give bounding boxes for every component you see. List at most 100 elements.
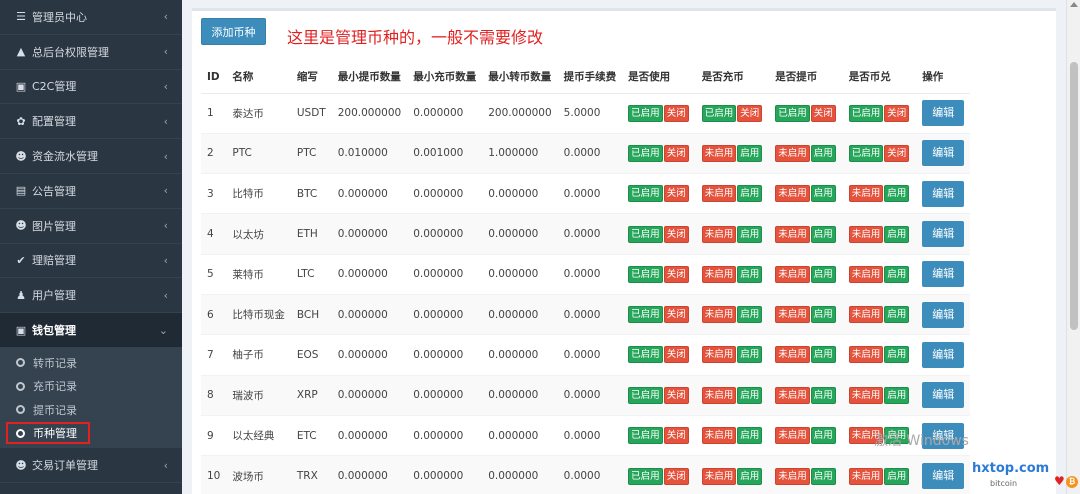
status-enabled-badge[interactable]: 已启用	[628, 144, 663, 162]
status-disabled-badge[interactable]: 未启用	[775, 386, 810, 404]
enable-button[interactable]: 启用	[884, 225, 910, 243]
close-button[interactable]: 关闭	[663, 346, 689, 364]
close-button[interactable]: 关闭	[884, 144, 910, 162]
status-enabled-badge[interactable]: 已启用	[628, 427, 663, 445]
status-disabled-badge[interactable]: 未启用	[701, 185, 737, 203]
page-scrollbar[interactable]	[1066, 0, 1080, 494]
status-enabled-badge[interactable]: 已启用	[628, 346, 663, 364]
status-disabled-badge[interactable]: 未启用	[848, 306, 884, 324]
edit-button[interactable]: 编辑	[922, 140, 965, 167]
enable-button[interactable]: 启用	[810, 225, 836, 243]
enable-button[interactable]: 启用	[884, 346, 910, 364]
status-enabled-badge[interactable]: 已启用	[628, 265, 663, 283]
close-button[interactable]: 关闭	[884, 104, 910, 122]
status-enabled-badge[interactable]: 已启用	[628, 467, 663, 485]
status-enabled-badge[interactable]: 已启用	[848, 104, 884, 122]
status-disabled-badge[interactable]: 未启用	[701, 144, 737, 162]
status-disabled-badge[interactable]: 未启用	[775, 265, 810, 283]
close-button[interactable]: 关闭	[663, 427, 689, 445]
wallet-subitem-2[interactable]: 提币记录	[0, 398, 182, 422]
scroll-up-arrow-icon[interactable]	[1070, 2, 1078, 7]
sidebar-item-0[interactable]: ☰ 管理员中心 ‹	[0, 0, 182, 35]
enable-button[interactable]: 启用	[810, 386, 836, 404]
status-disabled-badge[interactable]: 未启用	[775, 346, 810, 364]
enable-button[interactable]: 启用	[810, 306, 836, 324]
edit-button[interactable]: 编辑	[922, 382, 965, 409]
edit-button[interactable]: 编辑	[922, 221, 965, 248]
sidebar-item-2[interactable]: ▣ C2C管理 ‹	[0, 70, 182, 105]
status-disabled-badge[interactable]: 未启用	[848, 225, 884, 243]
status-disabled-badge[interactable]: 未启用	[775, 467, 810, 485]
close-button[interactable]: 关闭	[663, 225, 689, 243]
sidebar-item-1[interactable]: ▲ 总后台权限管理 ‹	[0, 35, 182, 70]
status-disabled-badge[interactable]: 未启用	[701, 346, 737, 364]
edit-button[interactable]: 编辑	[922, 463, 965, 490]
enable-button[interactable]: 启用	[884, 185, 910, 203]
close-button[interactable]: 关闭	[810, 104, 836, 122]
enable-button[interactable]: 启用	[810, 265, 836, 283]
enable-button[interactable]: 启用	[810, 427, 836, 445]
wallet-subitem-0[interactable]: 转币记录	[0, 351, 182, 375]
enable-button[interactable]: 启用	[737, 225, 763, 243]
sidebar-item-11[interactable]: ☻交易管理‹	[0, 483, 182, 494]
status-disabled-badge[interactable]: 未启用	[701, 306, 737, 324]
status-enabled-badge[interactable]: 已启用	[775, 104, 810, 122]
close-button[interactable]: 关闭	[663, 185, 689, 203]
enable-button[interactable]: 启用	[810, 185, 836, 203]
status-disabled-badge[interactable]: 未启用	[848, 265, 884, 283]
status-disabled-badge[interactable]: 未启用	[848, 185, 884, 203]
sidebar-item-6[interactable]: ☻ 图片管理 ‹	[0, 209, 182, 244]
enable-button[interactable]: 启用	[737, 427, 763, 445]
enable-button[interactable]: 启用	[737, 306, 763, 324]
status-enabled-badge[interactable]: 已启用	[701, 104, 737, 122]
status-disabled-badge[interactable]: 未启用	[701, 225, 737, 243]
sidebar-item-10[interactable]: ☻ 交易订单管理 ‹	[0, 448, 182, 484]
enable-button[interactable]: 启用	[884, 467, 910, 485]
sidebar-item-4[interactable]: ☻ 资金流水管理 ‹	[0, 139, 182, 174]
sidebar-item-3[interactable]: ✿ 配置管理 ‹	[0, 104, 182, 140]
enable-button[interactable]: 启用	[737, 467, 763, 485]
enable-button[interactable]: 启用	[884, 265, 910, 283]
status-enabled-badge[interactable]: 已启用	[628, 104, 663, 122]
status-disabled-badge[interactable]: 未启用	[701, 386, 737, 404]
close-button[interactable]: 关闭	[737, 104, 763, 122]
status-disabled-badge[interactable]: 未启用	[775, 144, 810, 162]
sidebar-item-7[interactable]: ✔ 理赔管理 ‹	[0, 244, 182, 279]
edit-button[interactable]: 编辑	[922, 301, 965, 328]
close-button[interactable]: 关闭	[663, 104, 689, 122]
sidebar-item-9[interactable]: ▣ 钱包管理 ⌄	[0, 313, 182, 348]
enable-button[interactable]: 启用	[737, 185, 763, 203]
add-coin-button[interactable]: 添加币种	[201, 18, 266, 45]
status-enabled-badge[interactable]: 已启用	[628, 185, 663, 203]
status-disabled-badge[interactable]: 未启用	[775, 306, 810, 324]
status-disabled-badge[interactable]: 未启用	[775, 225, 810, 243]
status-disabled-badge[interactable]: 未启用	[701, 265, 737, 283]
status-disabled-badge[interactable]: 未启用	[775, 427, 810, 445]
close-button[interactable]: 关闭	[663, 144, 689, 162]
status-disabled-badge[interactable]: 未启用	[848, 386, 884, 404]
sidebar-item-8[interactable]: ♟ 用户管理 ‹	[0, 278, 182, 314]
enable-button[interactable]: 启用	[884, 306, 910, 324]
status-enabled-badge[interactable]: 已启用	[628, 225, 663, 243]
close-button[interactable]: 关闭	[663, 467, 689, 485]
close-button[interactable]: 关闭	[663, 306, 689, 324]
status-disabled-badge[interactable]: 未启用	[701, 467, 737, 485]
enable-button[interactable]: 启用	[810, 346, 836, 364]
status-disabled-badge[interactable]: 未启用	[848, 346, 884, 364]
enable-button[interactable]: 启用	[737, 265, 763, 283]
enable-button[interactable]: 启用	[737, 144, 763, 162]
status-enabled-badge[interactable]: 已启用	[628, 306, 663, 324]
enable-button[interactable]: 启用	[810, 467, 836, 485]
enable-button[interactable]: 启用	[810, 144, 836, 162]
edit-button[interactable]: 编辑	[922, 100, 965, 127]
close-button[interactable]: 关闭	[663, 265, 689, 283]
enable-button[interactable]: 启用	[884, 386, 910, 404]
status-enabled-badge[interactable]: 已启用	[848, 144, 884, 162]
close-button[interactable]: 关闭	[663, 386, 689, 404]
wallet-subitem-1[interactable]: 充币记录	[0, 374, 182, 398]
status-disabled-badge[interactable]: 未启用	[775, 185, 810, 203]
status-disabled-badge[interactable]: 未启用	[701, 427, 737, 445]
status-enabled-badge[interactable]: 已启用	[628, 386, 663, 404]
wallet-subitem-3[interactable]: 币种管理	[6, 422, 90, 445]
sidebar-item-5[interactable]: ▤ 公告管理 ‹	[0, 174, 182, 209]
